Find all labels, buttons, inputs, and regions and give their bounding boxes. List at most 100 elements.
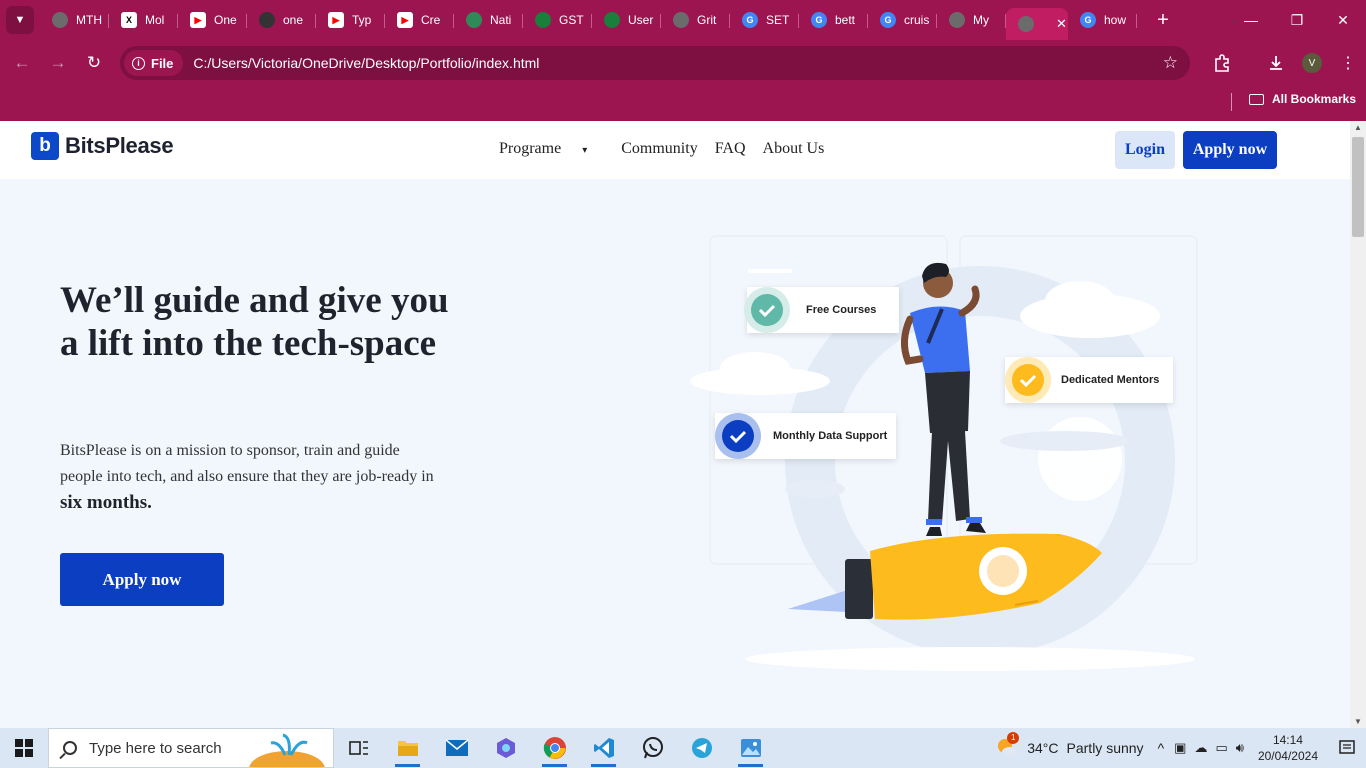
browser-tab[interactable]: My — [937, 4, 1006, 36]
taskbar-file-explorer[interactable] — [383, 728, 432, 768]
browser-tab[interactable]: Ghow — [1068, 4, 1137, 36]
scroll-up-icon[interactable]: ▲ — [1354, 123, 1362, 132]
reload-icon: ↻ — [86, 53, 102, 72]
apply-now-header-button[interactable]: Apply now — [1183, 131, 1277, 169]
nav-about-us[interactable]: About Us — [763, 140, 825, 158]
info-icon: i — [132, 56, 145, 70]
taskbar-photos[interactable] — [726, 728, 775, 768]
logo-mark-icon: b — [31, 132, 59, 160]
browser-tab[interactable]: GST — [523, 4, 592, 36]
all-bookmarks-button[interactable]: All Bookmarks — [1249, 92, 1356, 106]
taskbar-whatsapp[interactable] — [628, 728, 677, 768]
browser-tab[interactable]: ▶ One — [178, 4, 247, 36]
site-info-chip[interactable]: i File — [124, 50, 184, 76]
browser-tab[interactable]: Gcruis — [868, 4, 937, 36]
browser-tab[interactable]: Gbett — [799, 4, 868, 36]
partly-sunny-icon: 1 — [995, 731, 1020, 761]
google-icon: G — [1080, 12, 1096, 28]
browser-tab[interactable]: Nati — [454, 4, 523, 36]
browser-tab-label: MTH — [76, 13, 102, 27]
arrow-right-icon: → — [49, 53, 67, 72]
login-button[interactable]: Login — [1115, 131, 1175, 169]
weather-widget[interactable]: 1 34°C Partly sunny — [995, 731, 1144, 761]
taskbar-mail[interactable] — [432, 728, 481, 768]
nav-community[interactable]: Community — [621, 140, 697, 158]
tab-search-button[interactable]: ▼ — [6, 6, 34, 34]
close-window-button[interactable]: ✕ — [1320, 0, 1366, 40]
downloads-button[interactable] — [1258, 45, 1294, 81]
browser-tab-label: My — [973, 13, 989, 27]
taskbar-copilot[interactable] — [481, 728, 530, 768]
browser-tab[interactable]: Grit — [661, 4, 730, 36]
browser-tab-label: bett — [835, 13, 856, 27]
folder-icon — [1249, 93, 1264, 105]
badge-free-courses-label: Free Courses — [806, 304, 877, 316]
browser-tab-label: how — [1104, 13, 1127, 27]
browser-tab[interactable]: ▶ Cre — [385, 4, 454, 36]
browser-tab[interactable]: X Mol — [109, 4, 178, 36]
photos-icon — [740, 739, 761, 757]
start-button[interactable] — [0, 728, 48, 768]
reload-button[interactable]: ↻ — [76, 45, 112, 81]
nav-programe[interactable]: Programe ▾ — [499, 140, 604, 158]
notifications-button[interactable] — [1328, 740, 1366, 756]
browser-tab-label: One — [214, 13, 237, 27]
onedrive-sync-icon[interactable]: ☁ — [1194, 740, 1207, 756]
all-bookmarks-label: All Bookmarks — [1272, 92, 1357, 106]
chevron-down-icon: ▾ — [582, 145, 588, 156]
clock[interactable]: 14:14 20/04/2024 — [1258, 732, 1318, 764]
tab-list: MTH X Mol ▶ One one ▶ Typ ▶ Cre Nati GST User Grit G SE… — [40, 0, 1137, 40]
browser-tab[interactable]: ▶ Typ — [316, 4, 385, 36]
page-scrollbar[interactable]: ▲ ▼ — [1350, 121, 1366, 728]
forward-button[interactable]: → — [40, 45, 76, 81]
browser-tab-label: User — [628, 13, 654, 27]
site-header: b BitsPlease Programe ▾ Community FAQ Abo… — [0, 121, 1350, 179]
url-text[interactable]: C:/Users/Victoria/OneDrive/Desktop/Portf… — [193, 55, 539, 71]
volume-icon[interactable]: 🔊︎ — [1236, 740, 1244, 756]
meet-now-icon[interactable]: ▣ — [1174, 740, 1186, 756]
task-view-icon — [348, 741, 368, 755]
bookmark-star-icon[interactable]: ☆ — [1163, 53, 1178, 73]
browser-tab[interactable]: G SET — [730, 4, 799, 36]
profile-avatar[interactable]: V — [1302, 53, 1322, 73]
badge-dedicated-mentors-label: Dedicated Mentors — [1061, 374, 1160, 386]
chevron-up-icon[interactable]: ^ — [1158, 740, 1165, 756]
hero-description: BitsPlease is on a mission to sponsor, t… — [60, 438, 440, 517]
gst-icon — [535, 12, 551, 28]
taskbar-search[interactable]: Type here to search — [48, 728, 334, 768]
taskbar-vscode[interactable] — [579, 728, 628, 768]
mail-icon — [445, 739, 468, 756]
new-tab-button[interactable]: + — [1149, 9, 1177, 32]
browser-tab[interactable]: MTH — [40, 4, 109, 36]
minimize-button[interactable]: — — [1228, 0, 1274, 40]
hero-title: We’ll guide and give you a lift into the… — [60, 280, 449, 364]
restore-button[interactable]: ❐ — [1274, 0, 1320, 40]
site-logo[interactable]: b BitsPlease — [31, 132, 174, 160]
scroll-down-icon[interactable]: ▼ — [1354, 717, 1362, 726]
close-tab-icon[interactable]: ✕ — [1056, 16, 1067, 32]
gst-icon — [604, 12, 620, 28]
address-bar[interactable]: i File C:/Users/Victoria/OneDrive/Deskto… — [120, 46, 1190, 80]
taskbar-telegram[interactable] — [677, 728, 726, 768]
browser-tab[interactable]: one — [247, 4, 316, 36]
nav-faq[interactable]: FAQ — [715, 140, 746, 158]
browser-tab[interactable]: ✕ — [1006, 8, 1068, 40]
chevron-down-icon: ▼ — [14, 14, 26, 26]
browser-tab-label: SET — [766, 13, 790, 27]
toolbar-actions: V ⋮ — [1204, 40, 1366, 86]
back-button[interactable]: ← — [4, 45, 40, 81]
taskbar-chrome[interactable] — [530, 728, 579, 768]
browser-tab[interactable]: User — [592, 4, 661, 36]
browser-tab-label: GST — [559, 13, 584, 27]
task-view-button[interactable] — [334, 728, 383, 768]
arrow-left-icon: ← — [13, 53, 31, 72]
menu-button[interactable]: ⋮ — [1330, 45, 1366, 81]
search-highlight-art-icon — [249, 733, 325, 767]
apply-now-hero-button[interactable]: Apply now — [60, 553, 224, 606]
browser-tab-label: Cre — [421, 13, 441, 27]
extensions-button[interactable] — [1204, 45, 1240, 81]
github-icon — [259, 12, 275, 28]
scrollbar-thumb[interactable] — [1352, 137, 1364, 237]
battery-icon[interactable]: ▭ — [1215, 740, 1227, 756]
whatsapp-icon — [642, 737, 663, 759]
